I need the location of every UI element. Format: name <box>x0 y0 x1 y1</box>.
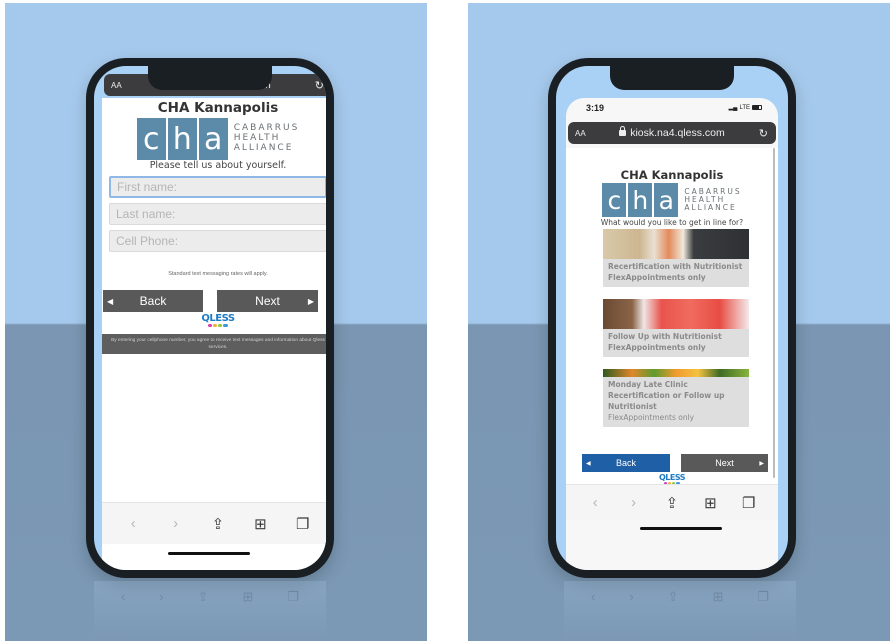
left-arrow-icon: ◀ <box>586 460 591 467</box>
service-option[interactable]: Recertification with Nutritionist FlexAp… <box>603 229 749 287</box>
vertical-scrollbar[interactable] <box>773 148 775 478</box>
logo-letter: a <box>198 118 228 160</box>
cha-logo: c h a CABARRUS HEALTH ALLIANCE <box>102 118 326 160</box>
phone-notch <box>610 58 734 90</box>
back-icon[interactable]: ‹ <box>583 494 607 511</box>
logo-wordmark: CABARRUS HEALTH ALLIANCE <box>684 186 742 213</box>
forward-icon: › <box>159 589 164 604</box>
browser-chrome: AA kiosk.na4.qless.com ↻ CHA Kannapolis … <box>566 122 778 570</box>
bookmarks-icon[interactable]: ⊞ <box>248 515 272 533</box>
form-prompt: Please tell us about yourself. <box>149 160 287 171</box>
page-title: CHA Kannapolis <box>157 100 279 116</box>
back-button[interactable]: ◀ Back <box>103 290 203 312</box>
forward-icon[interactable]: › <box>164 515 188 532</box>
text-size-button[interactable]: AA <box>111 81 122 90</box>
left-mockup-panel: AA kiosk.na4.qless.com ↻ CHA Kannapolis … <box>5 3 427 641</box>
address-bar[interactable]: AA kiosk.na4.qless.com ↻ <box>568 122 776 144</box>
network-label: LTE <box>739 104 750 111</box>
service-option[interactable]: Monday Late Clinic Recertification or Fo… <box>603 369 749 427</box>
bookmarks-icon[interactable]: ⊞ <box>698 494 722 512</box>
browser-toolbar: ‹ › ⇪ ⊞ ❐ <box>566 484 778 520</box>
share-icon[interactable]: ⇪ <box>660 494 684 512</box>
url-display[interactable]: kiosk.na4.qless.com <box>568 126 776 139</box>
phone-reflection: ‹ › ⇪ ⊞ ❐ <box>94 581 326 641</box>
share-icon: ⇪ <box>667 589 679 604</box>
browser-toolbar: ‹ › ⇪ ⊞ ❐ <box>102 502 326 544</box>
page-title: CHA Kannapolis <box>620 168 724 182</box>
share-icon: ⇪ <box>197 589 209 604</box>
logo-letter: h <box>167 118 197 160</box>
back-icon: ‹ <box>590 589 596 604</box>
tabs-icon[interactable]: ❐ <box>291 515 315 533</box>
phone-frame: 3:19 ▂▄ LTE AA kiosk.na4.qless.com ↻ CHA… <box>548 58 796 578</box>
home-indicator[interactable] <box>640 527 722 530</box>
back-icon[interactable]: ‹ <box>121 515 145 532</box>
status-indicators: ▂▄ LTE <box>729 104 762 111</box>
bookmarks-icon: ⊞ <box>712 589 724 604</box>
right-mockup-panel: 3:19 ▂▄ LTE AA kiosk.na4.qless.com ↻ CHA… <box>468 3 890 641</box>
text-size-button[interactable]: AA <box>575 129 586 138</box>
cha-logo: c h a CABARRUS HEALTH ALLIANCE <box>566 183 778 217</box>
phone-frame: AA kiosk.na4.qless.com ↻ CHA Kannapolis … <box>86 58 334 578</box>
phone-screen: AA kiosk.na4.qless.com ↻ CHA Kannapolis … <box>94 66 326 570</box>
web-page: CHA Kannapolis c h a CABARRUS HEALTH ALL… <box>566 148 778 485</box>
status-bar: 3:19 ▂▄ LTE <box>566 98 778 122</box>
next-button[interactable]: Next ▶ <box>217 290 318 312</box>
service-image-strawberries <box>603 299 749 329</box>
status-time: 3:19 <box>586 103 605 113</box>
consent-notice: By entering your cellphone number, you a… <box>102 334 326 355</box>
web-page: AA kiosk.na4.qless.com ↻ CHA Kannapolis … <box>102 74 326 570</box>
phone-reflection: ‹ › ⇪ ⊞ ❐ <box>564 581 796 641</box>
phone-notch <box>148 58 272 90</box>
left-arrow-icon: ◀ <box>107 296 114 306</box>
next-button[interactable]: Next ▶ <box>681 454 768 472</box>
reload-icon[interactable]: ↻ <box>759 127 768 140</box>
lock-icon <box>619 126 627 136</box>
back-button[interactable]: ◀ Back <box>582 454 670 472</box>
service-image-vegetables <box>603 369 749 377</box>
service-prompt: What would you like to get in line for? <box>600 218 744 227</box>
share-icon[interactable]: ⇪ <box>206 515 230 533</box>
bookmarks-icon: ⊞ <box>242 589 254 604</box>
last-name-field[interactable]: Last name: <box>109 203 326 225</box>
back-icon: ‹ <box>120 589 126 604</box>
logo-letter: a <box>654 183 679 217</box>
tabs-icon: ❐ <box>757 589 770 604</box>
service-image-oatmeal <box>603 229 749 259</box>
logo-wordmark: CABARRUS HEALTH ALLIANCE <box>233 123 300 153</box>
tabs-icon[interactable]: ❐ <box>737 494 761 512</box>
right-arrow-icon: ▶ <box>759 460 764 467</box>
forward-icon[interactable]: › <box>622 494 646 511</box>
home-indicator[interactable] <box>168 552 250 555</box>
first-name-field[interactable]: First name: <box>109 176 326 198</box>
logo-letter: h <box>628 183 653 217</box>
signal-icon: ▂▄ <box>728 105 738 111</box>
tabs-icon: ❐ <box>287 589 300 604</box>
reload-icon[interactable]: ↻ <box>315 79 324 92</box>
cell-phone-field[interactable]: Cell Phone: <box>109 230 326 252</box>
rates-note: Standard text messaging rates will apply… <box>168 271 268 277</box>
right-arrow-icon: ▶ <box>307 296 314 306</box>
logo-letter: c <box>602 183 627 217</box>
phone-screen: 3:19 ▂▄ LTE AA kiosk.na4.qless.com ↻ CHA… <box>556 66 788 570</box>
qless-logo: QLESS <box>102 313 326 327</box>
logo-letter: c <box>136 118 166 160</box>
battery-icon <box>752 105 762 110</box>
forward-icon: › <box>629 589 634 604</box>
service-option[interactable]: Follow Up with Nutritionist FlexAppointm… <box>603 299 749 357</box>
